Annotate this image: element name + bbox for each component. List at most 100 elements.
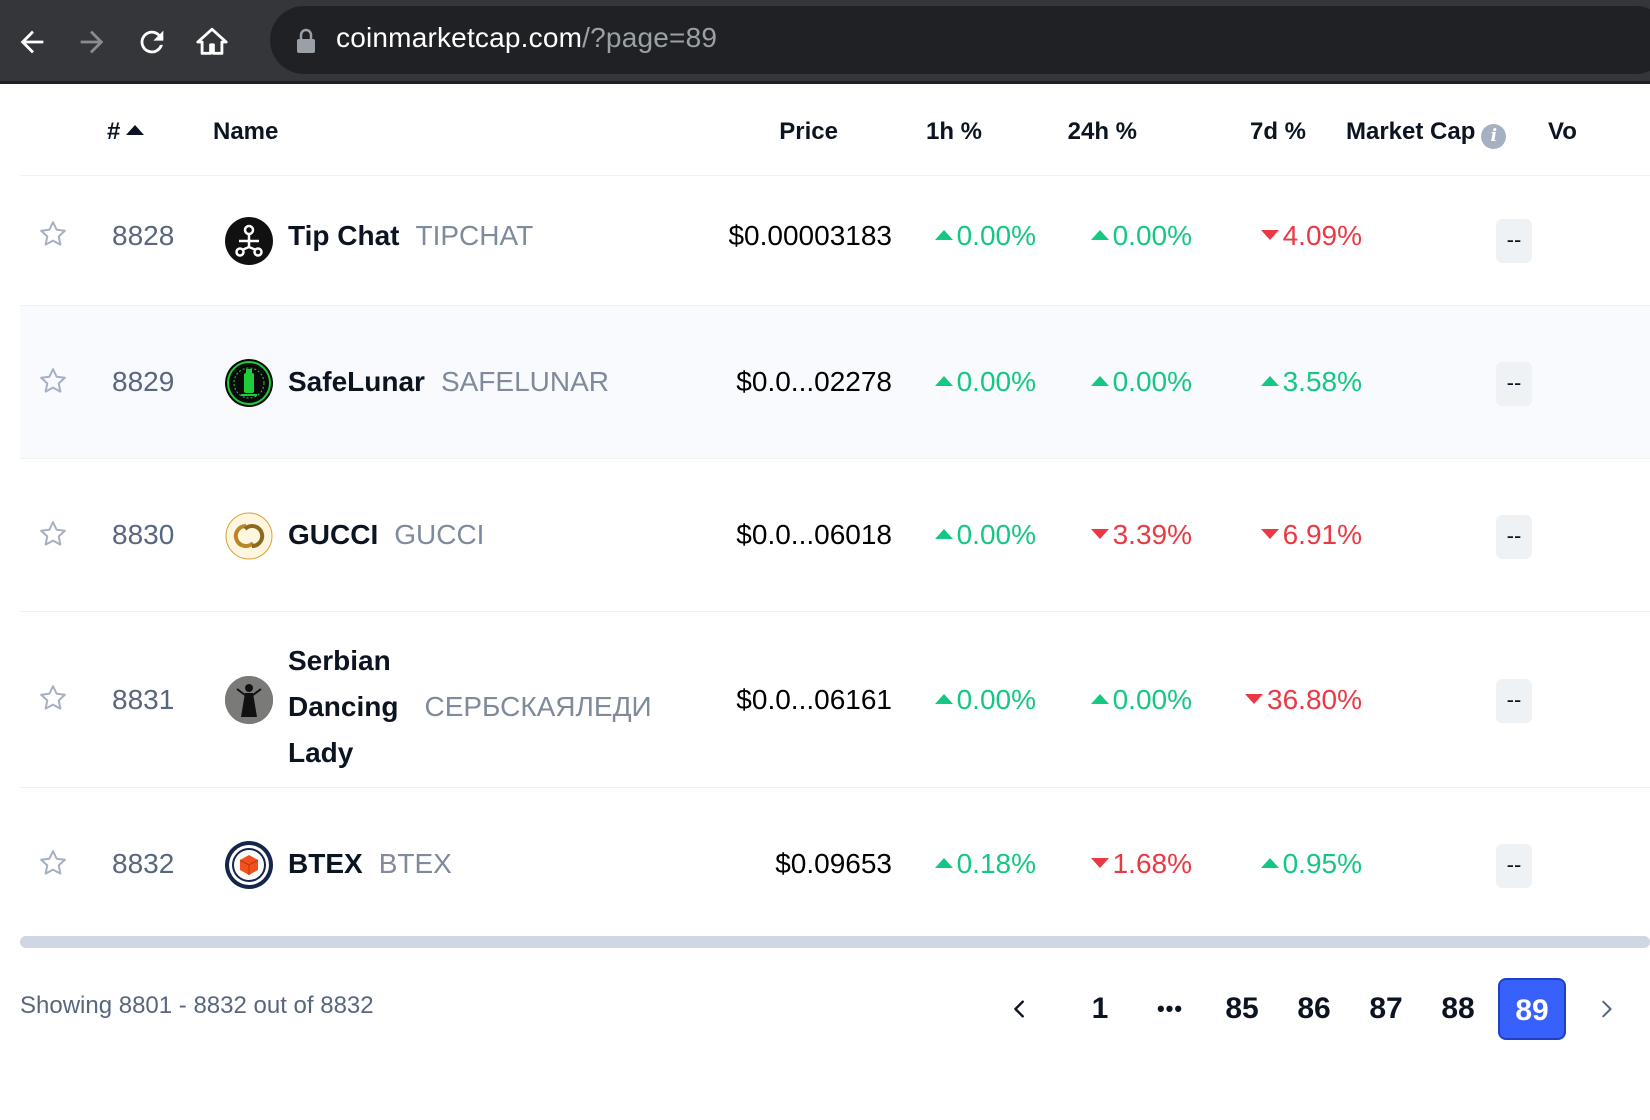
caret-down-icon [1090,858,1109,868]
star-icon[interactable] [38,519,68,549]
header-1h[interactable]: 1h % [880,118,982,146]
change-7d: 3.58% [1192,366,1362,398]
table-row[interactable]: 8832 BTEX BTEX $0.09653 0.18% 1.68% 0.95%… [20,788,1650,940]
caret-up-icon [934,694,953,704]
header-name[interactable]: Name [213,118,278,146]
coin-name-label: GUCCI [288,519,379,550]
page-1-button[interactable]: 1 [1074,978,1126,1040]
caret-up-icon [934,230,953,240]
coin-name-label: BTEX [288,848,363,879]
url-text[interactable]: coinmarketcap.com/?page=89 [336,22,717,54]
change-7d: 36.80% [1192,684,1362,716]
caret-down-icon [1260,230,1279,240]
rank: 8829 [112,366,175,397]
market-cap-value: -- [1496,515,1532,559]
change-1h: 0.00% [892,684,1036,716]
rank: 8828 [112,220,175,251]
caret-up-icon [1260,858,1279,868]
star-icon[interactable] [38,848,68,878]
price: $0.0...06018 [736,519,892,550]
caret-up-icon [934,376,953,386]
market-cap-value: -- [1496,844,1532,888]
change-1h: 0.00% [892,220,1036,252]
coin-name-line: Serbian [288,645,391,676]
coin-symbol: GUCCI [394,519,485,550]
change-1h: 0.00% [892,519,1036,551]
header-rank[interactable]: # [107,118,145,146]
header-volume[interactable]: Vo [1548,118,1577,146]
header-market-cap-label: Market Cap [1346,118,1476,145]
chevron-left-icon [1014,1000,1024,1018]
caret-up-icon [934,529,953,539]
rank: 8831 [112,684,175,715]
caret-down-icon [1090,529,1109,539]
coin-name[interactable]: Tip Chat TIPCHAT [288,220,533,252]
coin-symbol: TIPCHAT [415,220,534,251]
url-host: coinmarketcap.com [336,22,583,53]
next-page-button[interactable] [1586,978,1626,1040]
table-row[interactable]: 8830 GUCCI GUCCI $0.0...06018 0.00% 3.39%… [20,459,1650,612]
coin-name[interactable]: BTEX BTEX [288,848,452,880]
change-24h: 3.39% [1036,519,1192,551]
browser-toolbar: coinmarketcap.com/?page=89 [0,0,1650,84]
caret-up-icon [1090,376,1109,386]
header-24h[interactable]: 24h % [1020,118,1137,146]
header-market-cap[interactable]: Market Cap i [1346,118,1507,149]
page-87-button[interactable]: 87 [1356,978,1416,1040]
reload-icon[interactable] [128,18,176,66]
star-icon[interactable] [38,683,68,713]
change-1h: 0.18% [892,848,1036,880]
serbian-dancing-lady-logo [225,676,273,724]
page-89-button[interactable]: 89 [1498,978,1566,1040]
header-rank-label: # [107,118,121,145]
address-bar[interactable]: coinmarketcap.com/?page=89 [270,6,1650,74]
tipchat-logo [225,217,273,265]
market-cap-value: -- [1496,679,1532,723]
page-88-button[interactable]: 88 [1428,978,1488,1040]
gucci-logo [225,512,273,560]
price: $0.00003183 [728,220,892,251]
lock-icon [297,28,315,53]
coin-name-label: Tip Chat [288,220,400,251]
change-7d: 6.91% [1192,519,1362,551]
coin-name[interactable]: GUCCI GUCCI [288,519,484,551]
home-icon[interactable] [188,18,236,66]
price: $0.09653 [775,848,892,879]
change-24h: 0.00% [1036,684,1192,716]
safelunar-logo [225,359,273,407]
coin-symbol: BTEX [378,848,452,879]
change-24h: 0.00% [1036,220,1192,252]
crypto-table: # Name Price 1h % 24h % 7d % Market Cap i… [20,84,1650,994]
table-row[interactable]: 8829 SafeLunar SAFELUNAR $0.0...02278 0.0… [20,306,1650,459]
header-price[interactable]: Price [720,118,838,146]
page-85-button[interactable]: 85 [1212,978,1272,1040]
coin-name-line: Lady [288,737,354,768]
caret-up-icon [1090,230,1109,240]
star-icon[interactable] [38,219,68,249]
forward-icon[interactable] [68,18,116,66]
prev-page-button[interactable] [1000,978,1040,1040]
chevron-right-icon [1602,1000,1612,1018]
star-icon[interactable] [38,366,68,396]
info-icon[interactable]: i [1481,124,1507,149]
rank: 8830 [112,519,175,550]
market-cap-value: -- [1496,362,1532,406]
caret-up-icon [1260,376,1279,386]
caret-up-icon [934,858,953,868]
header-7d[interactable]: 7d % [1190,118,1306,146]
horizontal-scrollbar[interactable] [20,936,1650,948]
page-86-button[interactable]: 86 [1284,978,1344,1040]
back-icon[interactable] [8,18,56,66]
change-1h: 0.00% [892,366,1036,398]
table-header: # Name Price 1h % 24h % 7d % Market Cap i… [20,84,1650,176]
results-count: Showing 8801 - 8832 out of 8832 [20,992,374,1019]
caret-down-icon [1245,694,1264,704]
table-row[interactable]: 8828 Tip Chat TIPCHAT $0.00003183 0.00% 0… [20,176,1650,306]
table-row[interactable]: 8831 Serbian Dancing СЕРБСКАЯЛЕДИ Lady $0… [20,612,1650,788]
url-query: /?page=89 [582,22,718,53]
rank: 8832 [112,848,175,879]
price: $0.0...02278 [736,366,892,397]
market-cap-value: -- [1496,219,1532,263]
caret-up-icon [1090,694,1109,704]
change-24h: 1.68% [1036,848,1192,880]
